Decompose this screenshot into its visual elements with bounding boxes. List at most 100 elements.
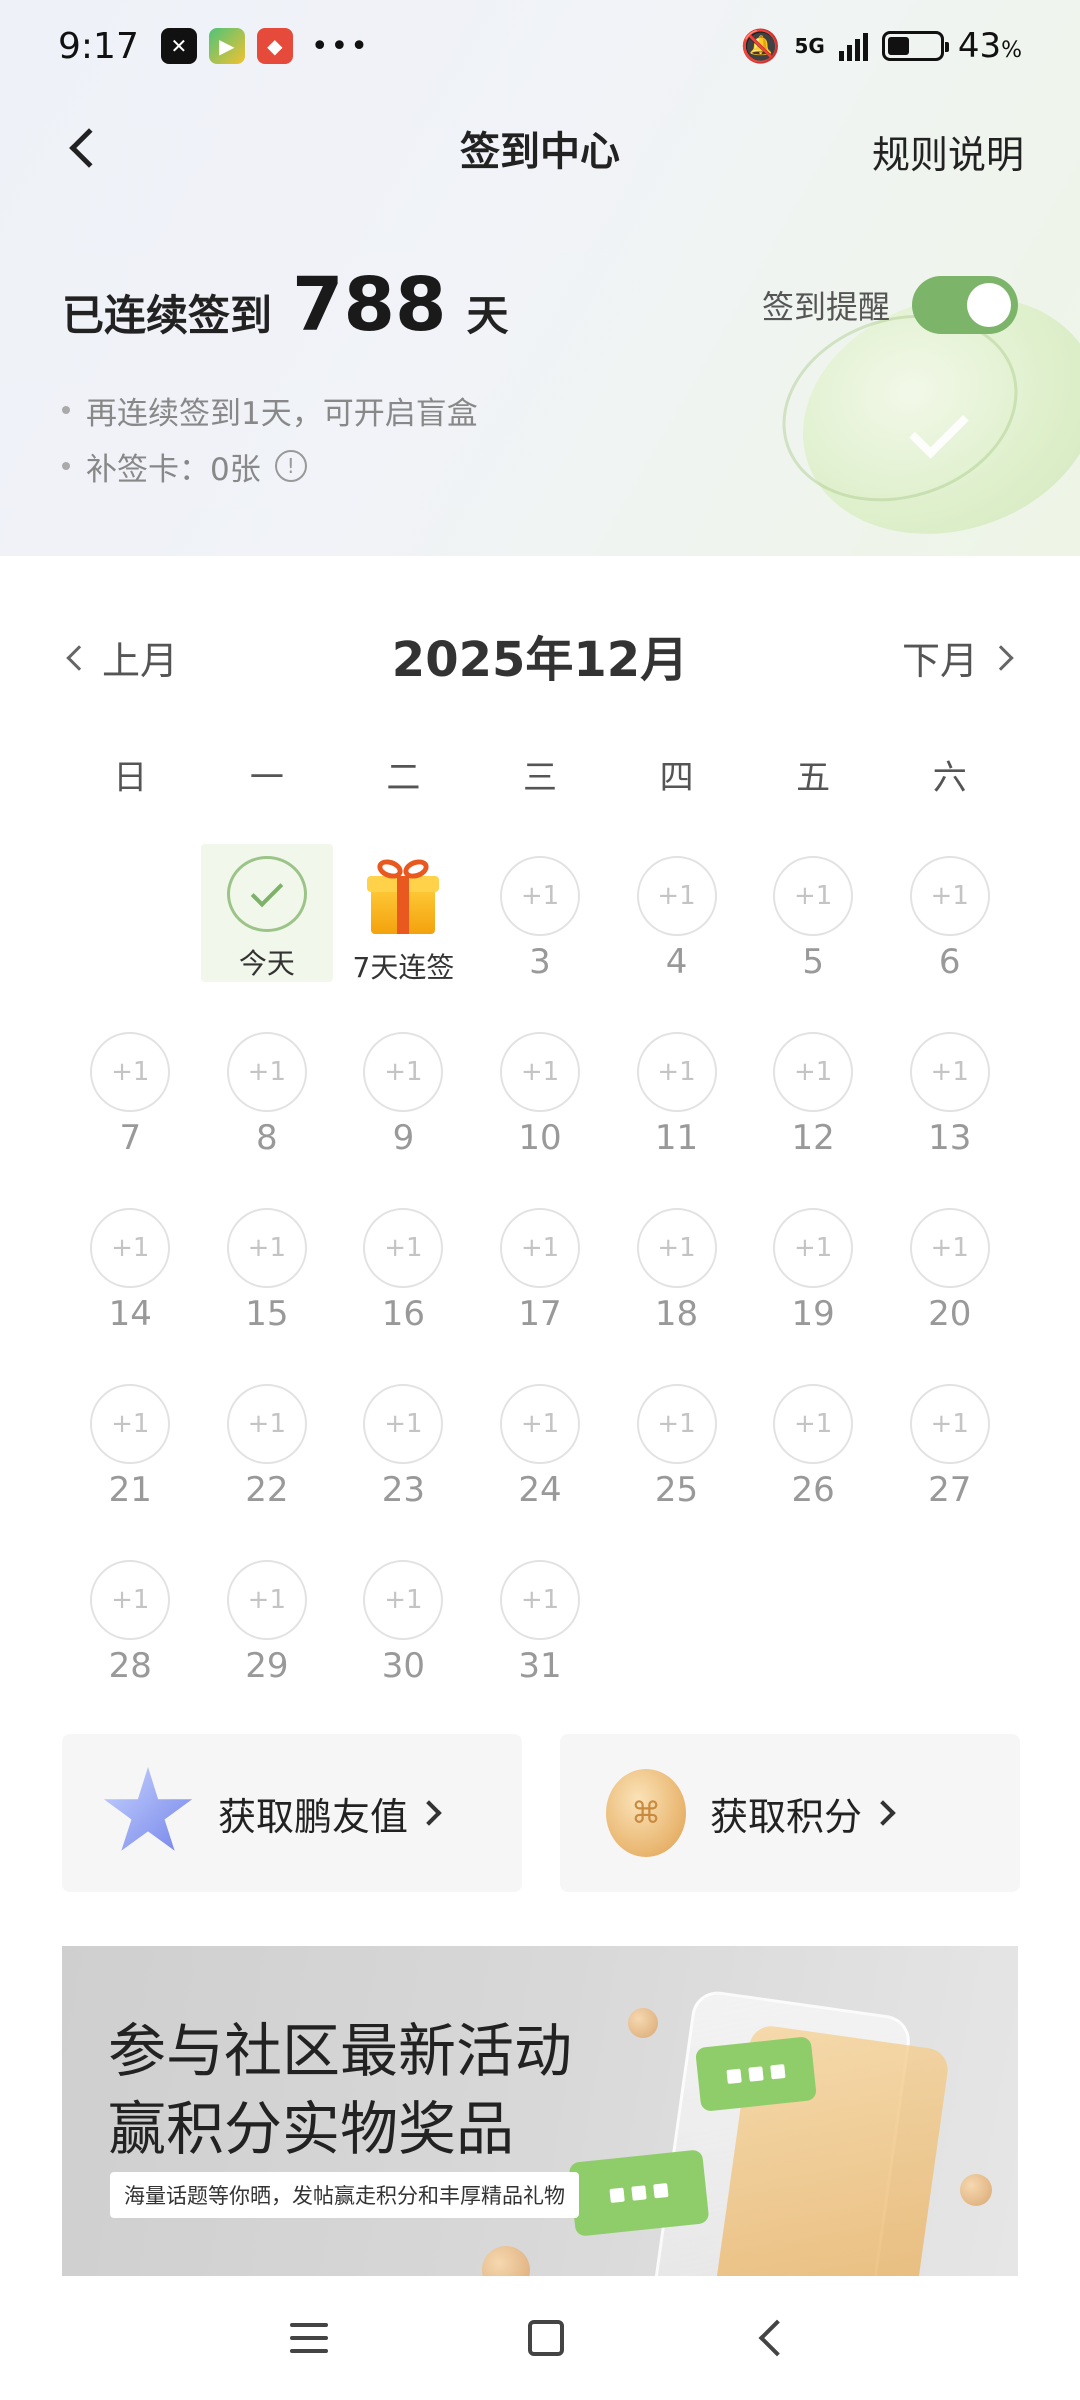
reward-circle: +1	[773, 1032, 854, 1112]
day-number: 8	[256, 1118, 278, 1158]
chat-bubble-icon	[568, 2149, 710, 2237]
calendar-day-gift[interactable]: 7天连签	[335, 840, 472, 1016]
calendar-grid: 今天 7天连签 +1 3 +1 4 +1 5 +1 6 +1 7 +1 8 +1 9 +1 10 +1 11 +1 1…	[62, 840, 1018, 1720]
calendar-day-today[interactable]: 今天	[200, 844, 334, 982]
calendar-day[interactable]: +1 15	[199, 1192, 336, 1368]
day-number: 26	[791, 1470, 835, 1510]
calendar-day[interactable]: +1 14	[62, 1192, 199, 1368]
calendar-day[interactable]: +1 18	[608, 1192, 745, 1368]
community-activity-banner[interactable]: 参与社区最新活动 赢积分实物奖品 海量话题等你晒，发帖赢走积分和丰厚精品礼物	[62, 1946, 1018, 2276]
banner-subtitle: 海量话题等你晒，发帖赢走积分和丰厚精品礼物	[110, 2172, 579, 2218]
reward-circle: +1	[909, 1032, 990, 1112]
day-number: 21	[108, 1470, 152, 1510]
month-title: 2025年12月	[391, 632, 689, 688]
streak-summary: 已连续签到 788 天	[62, 262, 509, 348]
rules-button[interactable]: 规则说明	[872, 124, 1024, 179]
calendar-day[interactable]: +1 29	[199, 1544, 336, 1720]
calendar-day[interactable]: +1 19	[745, 1192, 882, 1368]
calendar-day[interactable]: +1 23	[335, 1368, 472, 1544]
calendar-day[interactable]: +1 16	[335, 1192, 472, 1368]
calendar-day[interactable]: +1 22	[199, 1368, 336, 1544]
decorative-ball	[482, 2246, 530, 2276]
calendar-day[interactable]: +1 12	[745, 1016, 882, 1192]
calendar-day[interactable]: +1 21	[62, 1368, 199, 1544]
day-number: 3	[529, 942, 551, 982]
get-friend-value-card[interactable]: 获取鹏友值	[62, 1734, 522, 1892]
status-bar: 9:17 ✕ ▶ ◆ ••• 🔕 5G 43%	[0, 0, 1080, 92]
calendar-day[interactable]: +1 4	[608, 840, 745, 1016]
info-icon[interactable]: !	[274, 450, 307, 482]
toggle-knob	[967, 283, 1011, 327]
calendar-day[interactable]: +1 11	[608, 1016, 745, 1192]
calendar-day[interactable]: +1 20	[881, 1192, 1018, 1368]
day-number: 30	[381, 1646, 426, 1686]
calendar-day[interactable]: +1 24	[472, 1368, 609, 1544]
day-number: 20	[928, 1294, 972, 1334]
calendar-day[interactable]: +1 13	[881, 1016, 1018, 1192]
bullet-dot	[62, 406, 70, 414]
calendar-day[interactable]: +1 27	[881, 1368, 1018, 1544]
calendar-day[interactable]: +1 6	[881, 840, 1018, 1016]
calendar-day[interactable]: +1 31	[472, 1544, 609, 1720]
streak-count: 788	[292, 262, 447, 348]
reward-circle: +1	[363, 1032, 444, 1112]
reward-circle: +1	[636, 1208, 717, 1288]
calendar-day[interactable]: +1 30	[335, 1544, 472, 1720]
calendar-day[interactable]: +1 8	[199, 1016, 336, 1192]
tip-makeup-card: 补签卡：0张	[86, 451, 261, 488]
reward-circle: +1	[499, 1208, 580, 1288]
day-number: 5	[802, 942, 824, 982]
menu-icon[interactable]	[290, 2323, 328, 2353]
back-icon[interactable]	[758, 2319, 796, 2357]
chevron-left-icon	[66, 644, 92, 671]
tips-list: 再连续签到1天，可开启盲盒 补签卡：0张 !	[62, 382, 478, 494]
back-button[interactable]	[56, 120, 112, 176]
mute-icon: 🔕	[740, 27, 781, 65]
battery-percent: 43%	[957, 26, 1022, 66]
tip-blind-box: 再连续签到1天，可开启盲盒	[86, 395, 478, 432]
calendar-day[interactable]: +1 25	[608, 1368, 745, 1544]
check-icon	[250, 874, 284, 908]
signal-icon	[838, 31, 868, 61]
calendar-day[interactable]: +1 7	[62, 1016, 199, 1192]
reward-circle: +1	[499, 1384, 580, 1464]
home-icon[interactable]	[528, 2320, 564, 2356]
calendar-day[interactable]: +1 5	[745, 840, 882, 1016]
next-month-label: 下月	[901, 639, 978, 683]
reminder-toggle[interactable]	[912, 276, 1018, 334]
banner-title-line1: 参与社区最新活动	[108, 2017, 573, 2085]
reward-circle: +1	[363, 1208, 444, 1288]
tip-item: 补签卡：0张 !	[62, 438, 478, 494]
reward-circle: +1	[90, 1032, 171, 1112]
system-navigation-bar	[0, 2276, 1080, 2400]
day-number: 15	[245, 1294, 289, 1334]
calendar-day[interactable]: +1 10	[472, 1016, 609, 1192]
weekday-label: 五	[796, 758, 831, 798]
month-switcher: 上月 2025年12月 下月	[0, 612, 1080, 698]
coin-icon: ⌘	[606, 1769, 686, 1857]
app-notification-icon: ◆	[256, 28, 293, 64]
calendar-day[interactable]: +1 17	[472, 1192, 609, 1368]
day-number: 10	[518, 1118, 562, 1158]
reward-circle: +1	[226, 1560, 307, 1640]
reward-circle: +1	[909, 1208, 990, 1288]
calendar-day[interactable]: +1 28	[62, 1544, 199, 1720]
chevron-right-icon	[870, 1800, 896, 1826]
day-number: 24	[518, 1470, 562, 1510]
calendar-day[interactable]: +1 3	[472, 840, 609, 1016]
app-notification-icon: ▶	[208, 28, 245, 64]
reward-circle: +1	[499, 1560, 580, 1640]
day-number: 17	[518, 1294, 562, 1334]
reward-circle: +1	[773, 1208, 854, 1288]
weekday-label: 日	[113, 758, 148, 798]
next-month-button[interactable]: 下月	[901, 630, 1014, 685]
calendar-day[interactable]: +1 9	[335, 1016, 472, 1192]
day-number: 11	[654, 1118, 699, 1158]
calendar-day[interactable]: +1 26	[745, 1368, 882, 1544]
status-right: 🔕 5G 43%	[741, 26, 1022, 66]
decorative-ball	[960, 2174, 992, 2206]
prev-month-button[interactable]: 上月	[66, 630, 178, 685]
points-label: 获取积分	[710, 1794, 863, 1839]
chevron-right-icon	[988, 644, 1014, 671]
get-points-card[interactable]: ⌘ 获取积分	[560, 1734, 1020, 1892]
